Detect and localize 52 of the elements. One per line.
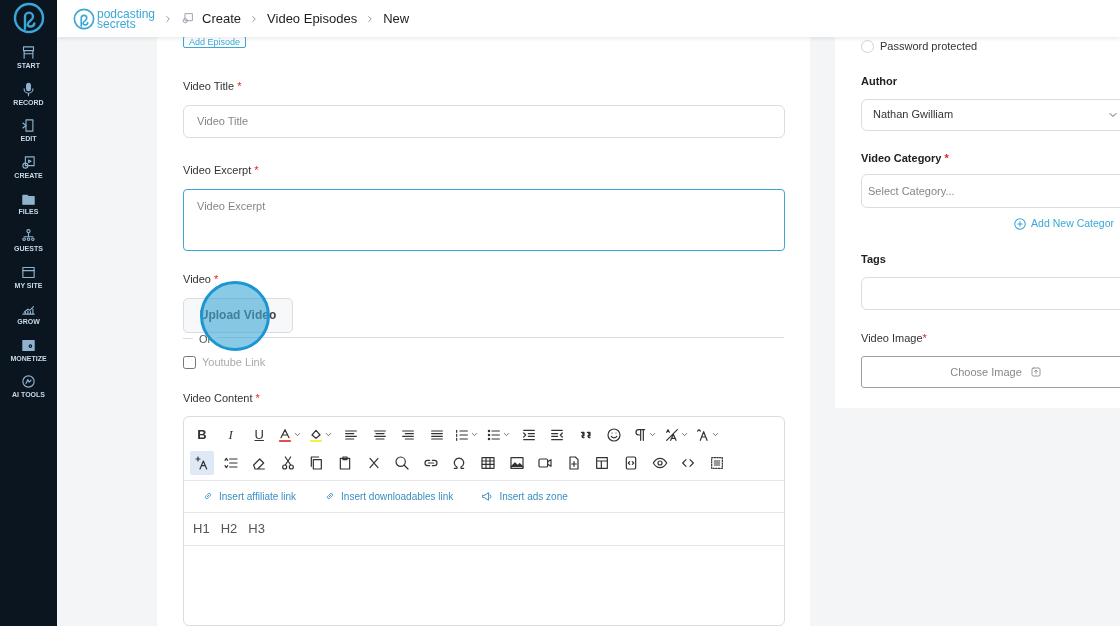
field-label: Video Title * [183,79,243,94]
add-format-icon [194,454,210,471]
table-icon [479,454,496,471]
plus-circle-icon [1013,216,1028,231]
breadcrumb-link[interactable]: Video Episodes [267,8,358,29]
scissors-icon [279,454,296,471]
toolbar-button[interactable]: I [218,422,243,447]
insert-link[interactable]: Insert downloadables link [324,488,454,504]
layout-icon [594,454,611,471]
field-label: Tags [861,251,887,267]
breadcrumb-link[interactable]: New [383,8,410,29]
field-label: Video Image* [861,331,928,347]
toolbar-button[interactable]: U [247,422,272,447]
insert-link[interactable]: Insert affiliate link [202,488,297,504]
category-field[interactable]: Select Category... [861,174,1120,208]
checkbox-label: Youtube Link [202,354,266,370]
megaphone-icon [481,489,495,503]
upload-icon [1029,365,1042,378]
youtube-checkbox[interactable] [183,355,196,369]
field-label: Video * [183,272,220,288]
copy-icon [308,454,325,471]
tags-field[interactable] [861,277,1120,311]
microphone-icon [21,81,36,97]
choose-image-button[interactable]: Choose Image [861,355,1120,388]
font-size-icon [663,426,680,443]
excerpt-field[interactable]: Video Excerpt [183,188,785,252]
browser-icon [21,264,36,280]
breadcrumb-link[interactable]: Create [202,8,242,29]
select-all-icon [708,454,725,471]
field-label: Video Category * [861,150,950,166]
author-dropdown[interactable]: Nathan Gwilliam [861,98,1120,131]
document-icon [21,118,36,134]
field-label: Author [861,74,899,89]
title-field[interactable]: Video Title [183,104,785,138]
insert-link[interactable]: Insert ads zone [481,488,568,504]
radio-label: Password protected [880,38,978,54]
toolbar-button[interactable]: B [190,422,214,447]
heading-button[interactable]: H1 [193,519,210,539]
toolbar-button[interactable] [190,450,214,475]
banner-icon [21,45,36,60]
heading-button[interactable]: H2 [220,519,238,539]
field-label: Video Content * [183,391,261,407]
logo-icon [73,7,95,30]
image-icon [508,454,525,471]
field-label: Video Excerpt * [183,163,260,178]
smiley-icon [606,426,623,443]
font-color-icon [276,426,293,443]
heading-button[interactable]: H3 [248,519,265,539]
search-icon [394,454,411,471]
wallet-icon [21,337,36,353]
logo-icon [12,2,45,34]
people-icon [21,227,36,243]
